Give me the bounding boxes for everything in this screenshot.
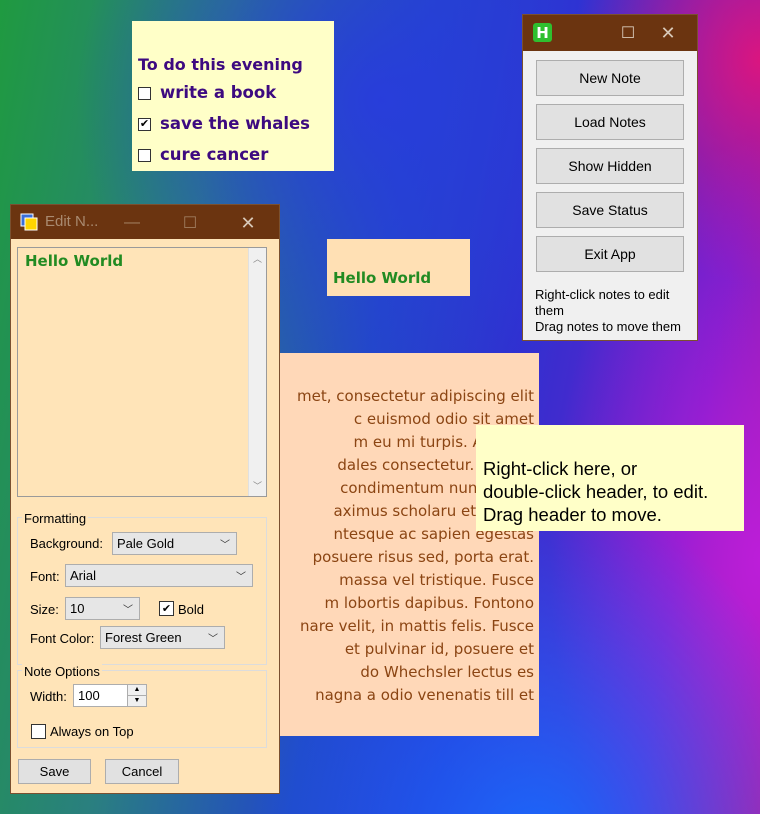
stepper-up-icon[interactable]: ▲: [128, 685, 146, 696]
save-status-button[interactable]: Save Status: [536, 192, 684, 228]
todo-item-label: cure cancer: [160, 145, 269, 164]
lorem-note[interactable]: met, consectetur adipiscing elit c euism…: [279, 353, 539, 736]
todo-item[interactable]: write a book: [138, 80, 334, 106]
chevron-down-icon: ﹀: [208, 634, 218, 645]
lorem-line: do Whechsler lectus es: [360, 663, 534, 681]
app-logo-icon: H: [533, 23, 552, 42]
chevron-down-icon: ﹀: [123, 605, 133, 616]
lorem-line: nagna a odio venenatis till et: [315, 686, 534, 704]
lorem-line: m lobortis dapibus. Fontono: [324, 594, 534, 612]
save-button[interactable]: Save: [18, 759, 91, 784]
todo-item[interactable]: cure cancer: [138, 142, 334, 168]
note-text-editor[interactable]: Hello World ︿ ﹀: [17, 247, 267, 497]
note-options-label: Note Options: [22, 664, 102, 679]
size-select[interactable]: 10 ﹀: [65, 597, 140, 620]
todo-checkbox[interactable]: [138, 148, 151, 162]
lorem-line: met, consectetur adipiscing elit: [297, 387, 534, 405]
close-icon[interactable]: ✕: [225, 205, 271, 241]
size-label: Size:: [30, 602, 59, 617]
edit-window-title: Edit N...: [45, 213, 99, 230]
help-line: them: [535, 303, 564, 318]
lorem-line: nare velit, in mattis felis. Fusce: [300, 617, 534, 635]
always-on-top-label: Always on Top: [50, 724, 134, 739]
app-window: H ☐ ✕ New Note Load Notes Show Hidden Sa…: [523, 15, 697, 340]
size-value: 10: [70, 601, 85, 616]
hello-note-text: Hello World: [333, 269, 432, 287]
instruction-line: double-click header, to edit.: [483, 481, 709, 502]
chevron-down-icon: ﹀: [220, 540, 230, 551]
todo-note[interactable]: To do this evening write a book ✔ save t…: [132, 21, 334, 171]
font-color-select[interactable]: Forest Green ﹀: [100, 626, 225, 649]
editor-scrollbar[interactable]: ︿ ﹀: [248, 248, 266, 496]
close-icon[interactable]: ✕: [645, 15, 691, 51]
show-hidden-button[interactable]: Show Hidden: [536, 148, 684, 184]
scroll-down-icon[interactable]: ﹀: [249, 477, 266, 494]
font-select[interactable]: Arial ﹀: [65, 564, 253, 587]
always-on-top-checkbox[interactable]: [31, 724, 46, 739]
editor-content[interactable]: Hello World: [25, 252, 123, 270]
font-color-value: Forest Green: [105, 630, 182, 645]
lorem-line: et pulvinar id, posuere et: [344, 640, 534, 658]
todo-item[interactable]: ✔ save the whales: [138, 111, 334, 137]
width-stepper[interactable]: 100 ▲ ▼: [73, 684, 147, 707]
edit-titlebar[interactable]: Edit N... — ☐ ✕: [11, 205, 279, 239]
hello-world-note[interactable]: Hello World: [327, 239, 470, 296]
edit-window-icon: [20, 213, 38, 231]
todo-item-label: write a book: [160, 83, 277, 102]
lorem-line: posuere risus sed, porta erat.: [312, 548, 534, 566]
new-note-button[interactable]: New Note: [536, 60, 684, 96]
font-value: Arial: [70, 568, 97, 583]
todo-checkbox[interactable]: [138, 86, 151, 100]
width-label: Width:: [30, 689, 67, 704]
todo-item-label: save the whales: [160, 114, 311, 133]
width-value[interactable]: 100: [78, 688, 100, 703]
lorem-line: massa vel tristique. Fusce: [339, 571, 534, 589]
instruction-note[interactable]: Right-click here, or double-click header…: [476, 425, 744, 531]
help-line: Drag notes to move them: [535, 319, 681, 334]
app-help-text: Right-click notes to edit them Drag note…: [535, 287, 695, 335]
chevron-down-icon: ﹀: [236, 572, 246, 583]
maximize-icon[interactable]: ☐: [167, 205, 213, 241]
app-titlebar[interactable]: H ☐ ✕: [523, 15, 697, 51]
load-notes-button[interactable]: Load Notes: [536, 104, 684, 140]
todo-checkbox-checked[interactable]: ✔: [138, 117, 151, 131]
instruction-line: Right-click here, or: [483, 458, 638, 479]
edit-note-window: Edit N... — ☐ ✕ Hello World ︿ ﹀ Formatti…: [11, 205, 279, 793]
font-label: Font:: [30, 569, 60, 584]
instruction-line: Drag header to move.: [483, 504, 662, 525]
stepper-down-icon[interactable]: ▼: [128, 696, 146, 706]
todo-note-title: To do this evening: [138, 55, 303, 74]
bold-label: Bold: [178, 602, 205, 617]
background-value: Pale Gold: [117, 536, 175, 551]
cancel-button[interactable]: Cancel: [105, 759, 179, 784]
background-label: Background:: [30, 536, 103, 551]
scroll-up-icon[interactable]: ︿: [249, 250, 266, 267]
exit-app-button[interactable]: Exit App: [536, 236, 684, 272]
help-line: Right-click notes to edit: [535, 287, 670, 302]
font-color-label: Font Color:: [30, 631, 95, 646]
minimize-icon[interactable]: —: [109, 205, 155, 241]
stepper-arrows[interactable]: ▲ ▼: [127, 685, 146, 706]
bold-checkbox[interactable]: ✔: [159, 601, 174, 616]
background-select[interactable]: Pale Gold ﹀: [112, 532, 237, 555]
formatting-label: Formatting: [22, 511, 89, 526]
